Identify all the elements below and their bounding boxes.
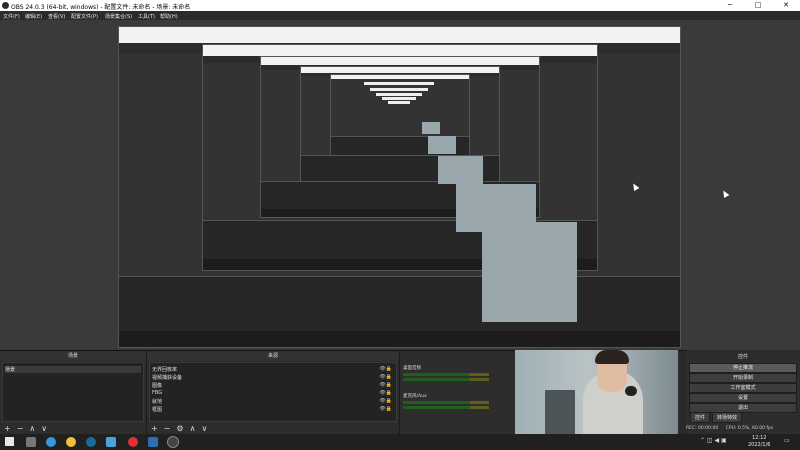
cpu-fps: CPU: 0.5%, 60.00 fps	[725, 426, 774, 431]
windows-taskbar: ⌃ ◫ ◀ ▣ 12:12 2022/1/6 ▭	[0, 434, 800, 450]
source-settings-button[interactable]: ⚙	[176, 424, 183, 433]
nested-webcam	[422, 122, 440, 134]
mixer-meter	[403, 401, 489, 404]
add-scene-button[interactable]: +	[4, 424, 11, 433]
menu-tools[interactable]: 工具(T)	[138, 13, 155, 20]
move-source-down-button[interactable]: ∨	[201, 424, 207, 433]
controls-title: 控件	[737, 354, 748, 360]
scenes-panel: 场景 场景 + − ∧ ∨	[0, 351, 147, 435]
move-source-up-button[interactable]: ∧	[190, 424, 196, 433]
source-item[interactable]: 视频捕获设备	[152, 374, 182, 381]
chrome-icon[interactable]	[66, 437, 76, 447]
mixer-meter	[403, 373, 489, 376]
dock-tabs: 控件 转场特效	[690, 412, 743, 423]
sources-list[interactable]: 无界回核率 视频捕获设备 图像 FBG 就地 框图 👁🔒 👁🔒 👁🔒 👁🔒 👁🔒…	[149, 362, 397, 422]
menu-bar: 文件(F) 编辑(E) 查看(V) 配置文件(P) 场景集合(S) 工具(T) …	[0, 11, 800, 20]
tab-controls[interactable]: 控件	[690, 412, 711, 423]
netease-music-icon[interactable]	[128, 437, 138, 447]
notification-icon[interactable]: ▭	[784, 437, 790, 444]
menu-view[interactable]: 查看(V)	[48, 13, 65, 20]
menu-edit[interactable]: 编辑(E)	[25, 13, 42, 20]
window-titlebar: OBS 24.0.3 (64-bit, windows) - 配置文件: 未命名…	[0, 0, 800, 11]
mixer-meter	[403, 406, 489, 409]
app-icon[interactable]	[106, 437, 116, 447]
scenes-list[interactable]: 场景	[2, 362, 144, 422]
close-button[interactable]: ✕	[772, 0, 800, 11]
scenes-title: 场景	[0, 351, 146, 361]
nested-webcam	[482, 222, 577, 322]
mixer-channel-label: 麦克风/Aux	[403, 394, 427, 399]
audio-mixer: 桌面音频 麦克风/Aux	[400, 351, 516, 435]
preview-display[interactable]	[118, 26, 681, 348]
visibility-lock-icon[interactable]: 👁🔒	[379, 398, 392, 404]
mixer-meter	[403, 378, 489, 381]
tray-icons[interactable]: ⌃ ◫ ◀ ▣	[700, 437, 727, 444]
recursion-stair	[364, 82, 434, 85]
studio-mode-button[interactable]: 工作室模式	[689, 383, 797, 393]
visibility-lock-icon[interactable]: 👁🔒	[379, 406, 392, 412]
scenes-toolbar: + − ∧ ∨	[2, 423, 144, 434]
move-scene-up-button[interactable]: ∧	[29, 424, 35, 433]
start-recording-button[interactable]: 开始录制	[689, 373, 797, 383]
recursion-stair	[376, 93, 422, 96]
nested-webcam	[438, 156, 483, 184]
taskbar-date: 2022/1/6	[748, 442, 771, 448]
sources-toolbar: + − ⚙ ∧ ∨	[149, 423, 397, 434]
add-source-button[interactable]: +	[151, 424, 158, 433]
obs-taskbar-icon[interactable]	[168, 437, 178, 447]
scene-item[interactable]: 场景	[5, 366, 141, 373]
minimize-button[interactable]: ─	[716, 0, 744, 11]
visibility-lock-icon[interactable]: 👁🔒	[379, 390, 392, 396]
sources-panel: 来源 无界回核率 视频捕获设备 图像 FBG 就地 框图 👁🔒 👁🔒 👁🔒 👁🔒…	[147, 351, 400, 435]
nested-webcam	[428, 136, 456, 154]
recursion-stair	[370, 88, 428, 91]
recursion-stair	[388, 101, 410, 104]
source-item[interactable]: FBG	[152, 390, 162, 396]
source-item[interactable]: 就地	[152, 398, 162, 405]
person-hair	[595, 350, 629, 364]
menu-scene-collection[interactable]: 场景集合(S)	[105, 13, 132, 20]
mixer-channel-label: 桌面音频	[403, 366, 421, 371]
source-item[interactable]: 无界回核率	[152, 366, 177, 373]
windows-start-icon[interactable]	[5, 437, 14, 446]
bottom-docks: 场景 场景 + − ∧ ∨ 来源 无界回核率 视频捕获设备 图像 FBG 就地 …	[0, 350, 800, 435]
move-scene-down-button[interactable]: ∨	[41, 424, 47, 433]
stop-streaming-button[interactable]: 停止推流	[689, 363, 797, 373]
headset-icon	[625, 386, 637, 396]
status-bar: REC: 00:00:00 CPU: 0.5%, 60.00 fps	[686, 424, 800, 434]
maximize-button[interactable]: □	[744, 0, 772, 11]
source-item[interactable]: 图像	[152, 382, 162, 389]
task-view-icon[interactable]	[26, 437, 36, 447]
tab-transitions[interactable]: 转场特效	[712, 412, 743, 423]
taskbar-clock[interactable]: 12:12 2022/1/6	[748, 435, 770, 449]
app-icon[interactable]	[148, 437, 158, 447]
source-item[interactable]: 框图	[152, 406, 162, 413]
menu-help[interactable]: 帮助(H)	[160, 13, 178, 20]
window-controls: ─ □ ✕	[716, 0, 800, 11]
rec-timer: REC: 00:00:00	[686, 426, 719, 431]
recursion-stair	[382, 97, 416, 100]
visibility-lock-icon[interactable]: 👁🔒	[379, 374, 392, 380]
menu-profile[interactable]: 配置文件(P)	[71, 13, 98, 20]
remove-source-button[interactable]: −	[164, 424, 171, 433]
steam-icon[interactable]	[86, 437, 96, 447]
window-title: OBS 24.0.3 (64-bit, windows) - 配置文件: 未命名…	[11, 4, 191, 11]
edge-icon[interactable]	[46, 437, 56, 447]
menu-file[interactable]: 文件(F)	[3, 13, 20, 20]
sources-title: 来源	[147, 351, 399, 361]
remove-scene-button[interactable]: −	[17, 424, 24, 433]
visibility-lock-icon[interactable]: 👁🔒	[379, 382, 392, 388]
settings-button[interactable]: 设置	[689, 393, 797, 403]
obs-logo-icon	[2, 2, 9, 9]
webcam-feed	[515, 350, 678, 443]
visibility-lock-icon[interactable]: 👁🔒	[379, 366, 392, 372]
taskbar-time: 12:12	[752, 435, 767, 441]
